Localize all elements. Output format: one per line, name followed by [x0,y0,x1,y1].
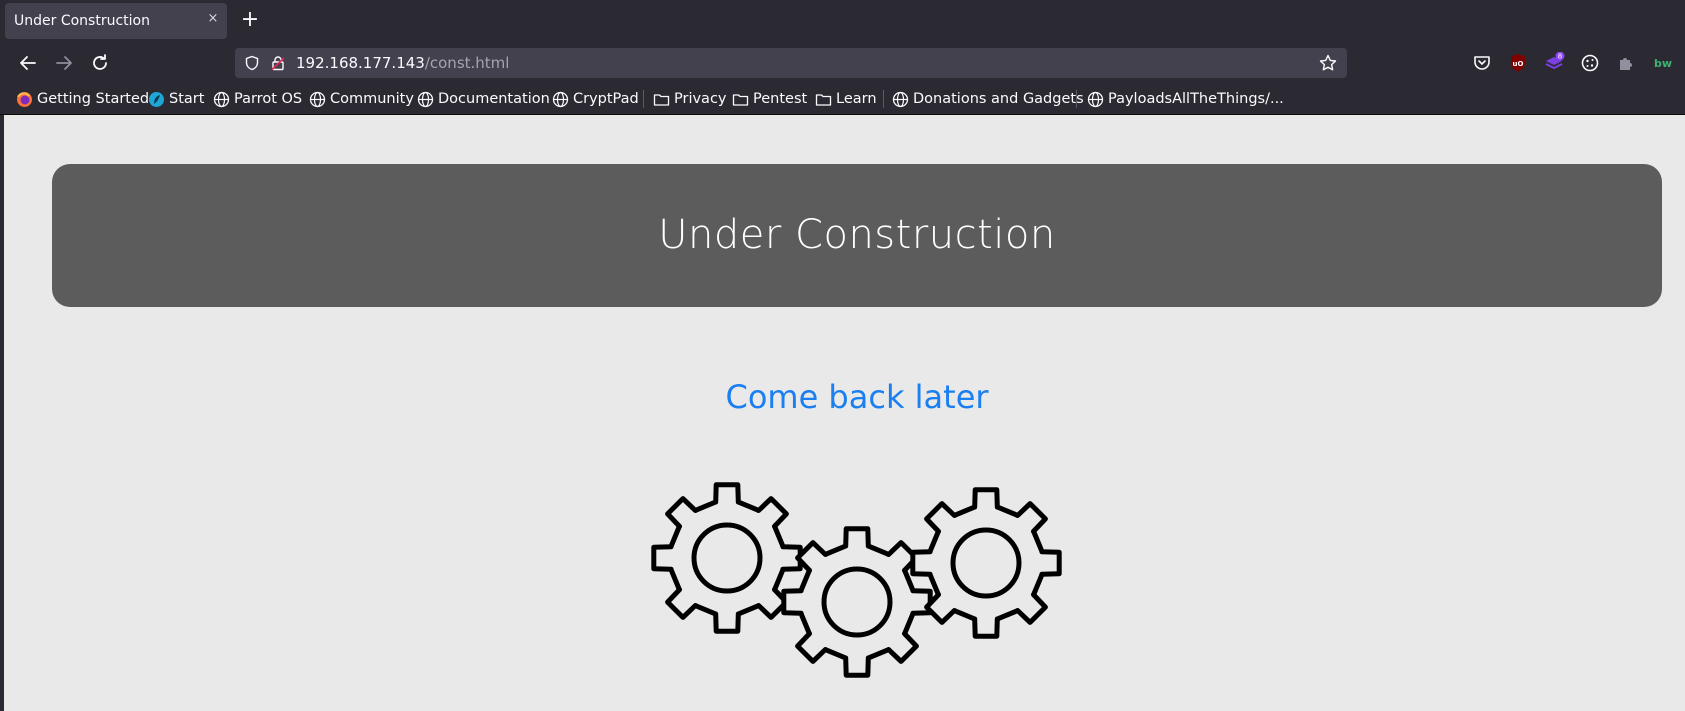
bookmark-parrot-os[interactable]: Parrot OS [213,89,302,109]
bookmark-separator [1076,90,1077,108]
reload-button[interactable] [89,52,111,74]
window-edge [0,115,4,711]
bookmark-label: Community [330,91,414,107]
navigation-toolbar: 192.168.177.143/const.html uO 8 bw [0,43,1685,83]
bookmark-folder-pentest[interactable]: Pentest [732,89,807,109]
bookmark-folder-learn[interactable]: Learn [815,89,877,109]
bitwarden-icon[interactable]: bw [1650,52,1672,74]
bookmark-separator [883,90,884,108]
folder-icon [732,93,749,106]
gear-1-outline [651,482,803,634]
gear-2-outline [781,526,933,678]
bookmark-separator [643,90,644,108]
folder-icon [653,93,670,106]
pocket-icon[interactable] [1471,52,1493,74]
globe-icon [309,91,326,107]
url-text[interactable]: 192.168.177.143/const.html [296,54,509,72]
bookmark-label: Learn [836,91,877,107]
gear-3-outline [910,487,1062,639]
bookmark-community[interactable]: Community [309,89,414,109]
arrow-right-icon [56,56,72,70]
bookmark-label: Documentation [438,91,550,107]
ublock-origin-icon[interactable]: uO [1507,52,1529,74]
bitwarden-text: bw [1654,57,1672,70]
bookmark-label: Getting Started [37,91,150,107]
extension-badge: 8 [1558,53,1562,61]
reload-icon [93,54,107,70]
bookmark-cryptpad[interactable]: CryptPad [552,89,639,109]
page-header-banner: Under Construction [52,164,1662,307]
new-tab-button[interactable]: + [240,9,260,31]
bookmark-label: Parrot OS [234,91,303,107]
svg-text:uO: uO [1513,60,1524,68]
shield-icon[interactable] [244,55,260,71]
bookmark-star-icon[interactable] [1318,53,1338,73]
extensions-puzzle-icon[interactable] [1615,52,1637,74]
bookmark-label: CryptPad [573,91,639,107]
url-path: /const.html [424,54,510,72]
bookmarks-toolbar: Getting Started Start Parrot OS Communit… [0,83,1685,115]
bookmark-payloads[interactable]: PayloadsAllTheThings/... [1087,89,1284,109]
bookmark-label: Donations and Gadgets [913,91,1084,107]
bookmark-getting-started[interactable]: Getting Started [16,89,149,109]
back-button[interactable] [17,52,39,74]
tab-strip: Under Construction × + [0,0,1685,43]
globe-icon [213,91,230,107]
gears-icon [651,482,1062,678]
tab-close-icon[interactable]: × [205,11,221,27]
insecure-lock-icon[interactable] [270,55,286,71]
arrow-left-icon [20,56,36,70]
tab-title: Under Construction [14,13,150,29]
bookmark-documentation[interactable]: Documentation [417,89,550,109]
firefox-icon [17,91,32,107]
globe-icon [892,91,909,107]
bookmark-label: Start [169,91,205,107]
cookie-icon[interactable] [1579,52,1601,74]
globe-icon [552,91,569,107]
folder-icon [815,93,832,106]
forward-button[interactable] [53,52,75,74]
page-title: Under Construction [658,212,1056,258]
bookmark-start[interactable]: Start [148,89,204,109]
bookmark-label: Pentest [753,91,808,107]
bookmark-label: Privacy [674,91,727,107]
globe-icon [417,91,434,107]
bookmark-folder-privacy[interactable]: Privacy [653,89,727,109]
page-subtitle: Come back later [725,378,989,416]
url-host: 192.168.177.143 [296,54,425,72]
url-bar[interactable]: 192.168.177.143/const.html [235,48,1347,78]
bookmark-label: PayloadsAllTheThings/... [1108,91,1284,107]
globe-icon [1087,91,1104,107]
multi-extension-icon[interactable]: 8 [1543,51,1565,74]
parrot-icon [149,91,164,107]
bookmark-donations[interactable]: Donations and Gadgets [892,89,1084,109]
tab-active[interactable]: Under Construction × [5,3,227,39]
